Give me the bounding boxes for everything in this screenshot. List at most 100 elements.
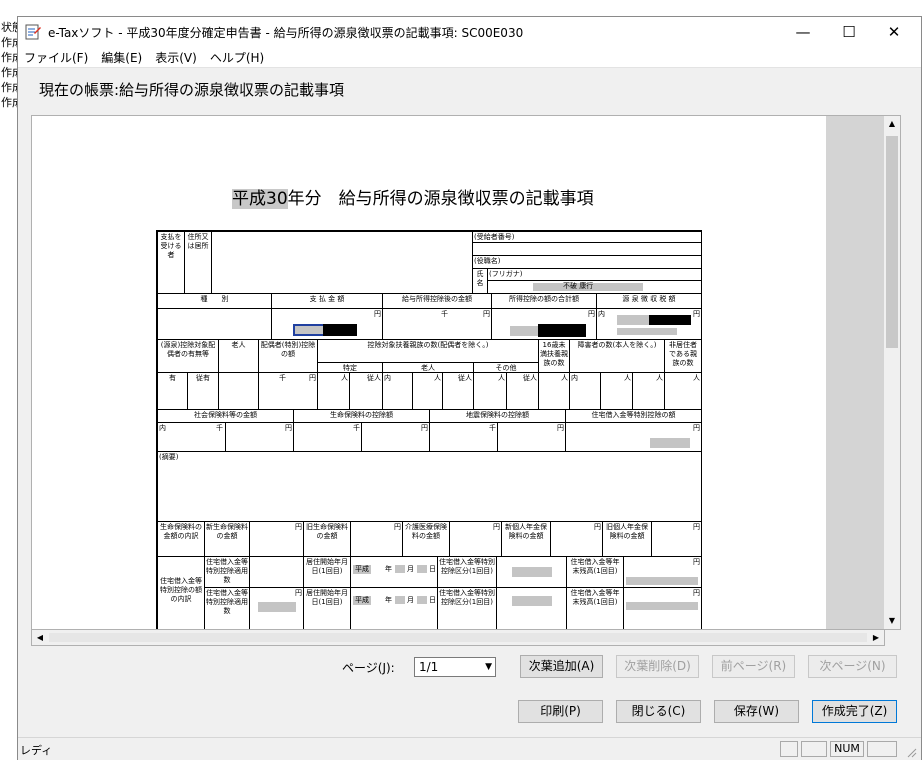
- old-life-field[interactable]: 円: [350, 521, 403, 557]
- elderly-uchi-field[interactable]: 内: [382, 372, 413, 410]
- delete-next-sheet-button[interactable]: 次葉削除(D): [616, 655, 699, 678]
- name-label: 氏名: [472, 268, 488, 294]
- remarks-field[interactable]: (摘要): [157, 451, 702, 522]
- close-button[interactable]: ✕: [871, 17, 917, 47]
- life-ins-sen[interactable]: 千: [293, 422, 362, 452]
- housing-loan-field[interactable]: 円: [565, 422, 702, 452]
- other-count-field[interactable]: 人: [473, 372, 507, 410]
- housing-applicable-field-2[interactable]: 円: [249, 587, 304, 629]
- form-viewer[interactable]: 平成30年分 給与所得の源泉徴収票の記載事項 支払を受ける者 住所又は居所 (受…: [31, 115, 901, 630]
- complete-button[interactable]: 作成完了(Z): [812, 700, 897, 723]
- current-form-caption: 現在の帳票:給与所得の源泉徴収票の記載事項: [39, 81, 345, 99]
- vertical-scroll-thumb[interactable]: [886, 136, 898, 348]
- minimize-button[interactable]: —: [780, 17, 826, 47]
- nonresident-field[interactable]: 人: [664, 372, 702, 410]
- print-button[interactable]: 印刷(P): [518, 700, 603, 723]
- title-bar[interactable]: e-Taxソフト - 平成30年度分確定申告書 - 給与所得の源泉徴収票の記載事…: [18, 17, 921, 47]
- maximize-button[interactable]: ☐: [826, 17, 872, 47]
- menu-help[interactable]: ヘルプ(H): [210, 47, 264, 66]
- status-panel-blank: [801, 741, 827, 757]
- background-line: 作成: [1, 96, 18, 109]
- social-ins-uchi[interactable]: 内千: [157, 422, 226, 452]
- scroll-left-icon[interactable]: ◀: [32, 630, 48, 646]
- scroll-right-icon[interactable]: ▶: [868, 630, 884, 646]
- add-next-sheet-button[interactable]: 次葉追加(A): [520, 655, 603, 678]
- other-juu-field[interactable]: 従人: [506, 372, 539, 410]
- menu-edit[interactable]: 編集(E): [101, 47, 142, 66]
- elderly-count-field[interactable]: 人: [412, 372, 443, 410]
- position-field[interactable]: (役職名): [472, 255, 702, 269]
- type-header: 種 別: [157, 293, 272, 309]
- quake-ins-sen[interactable]: 千: [429, 422, 498, 452]
- care-med-field[interactable]: 円: [449, 521, 502, 557]
- residence-start-label: 居住開始年月日(1回目): [303, 556, 351, 588]
- specific-count-field[interactable]: 人: [317, 372, 350, 410]
- vertical-scrollbar[interactable]: ▲ ▼: [884, 116, 900, 629]
- loan-balance-field-2[interactable]: 円: [623, 587, 702, 629]
- social-ins-field[interactable]: 円: [225, 422, 294, 452]
- disabled-other-field[interactable]: 人: [632, 372, 665, 410]
- deduction-type-field[interactable]: [496, 556, 567, 588]
- scroll-up-icon[interactable]: ▲: [884, 116, 900, 132]
- background-line: 状態: [1, 21, 18, 34]
- spouse-header: (源泉)控除対象配偶者の有無等: [157, 339, 219, 373]
- deduction-type-field-2[interactable]: [496, 587, 567, 629]
- chevron-down-icon[interactable]: ▼: [485, 658, 492, 676]
- resize-grip-icon[interactable]: [905, 746, 917, 758]
- era-highlight[interactable]: 平成30: [232, 189, 288, 209]
- deduction-type-label: 住宅借入金等特別控除区分(1回目): [437, 556, 497, 588]
- status-num: NUM: [830, 741, 864, 757]
- housing-breakdown-label: 住宅借入金等特別控除の額の内訳: [157, 556, 205, 629]
- save-button[interactable]: 保存(W): [714, 700, 799, 723]
- status-text: レディ: [20, 744, 53, 757]
- new-life-label: 新生命保険料の金額: [204, 521, 250, 557]
- recipient-number-field[interactable]: [472, 242, 702, 256]
- name-field[interactable]: 不破 康行: [487, 280, 702, 294]
- life-ins-field[interactable]: 円: [361, 422, 430, 452]
- close-dialog-button[interactable]: 閉じる(C): [616, 700, 701, 723]
- spouse-special-header: 配偶者(特別)控除の額: [258, 339, 318, 373]
- spouse-juu-field[interactable]: 従有: [187, 372, 219, 410]
- new-life-field[interactable]: 円: [249, 521, 304, 557]
- quake-ins-field[interactable]: 円: [497, 422, 566, 452]
- page-label: ページ(J):: [342, 661, 395, 675]
- disabled-uchi-field[interactable]: 内: [569, 372, 601, 410]
- total-deduction-field[interactable]: 円: [491, 308, 597, 340]
- page-select[interactable]: 1/1 ▼: [414, 657, 496, 677]
- spouse-ari-field[interactable]: 有: [157, 372, 188, 410]
- loan-balance-field[interactable]: 円: [623, 556, 702, 588]
- old-spouse-field[interactable]: [218, 372, 259, 410]
- address-field[interactable]: [211, 231, 473, 294]
- background-window-strip: 状態 作成 作成 作成 作成 作成: [0, 0, 18, 778]
- payment-field[interactable]: 円: [271, 308, 383, 340]
- after-deduction-field[interactable]: 千円: [382, 308, 492, 340]
- specific-juu-field[interactable]: 従人: [349, 372, 383, 410]
- old-pension-field[interactable]: 円: [651, 521, 702, 557]
- scroll-down-icon[interactable]: ▼: [884, 613, 900, 629]
- next-page-button[interactable]: 次ページ(N): [808, 655, 897, 678]
- dependents-header: 控除対象扶養親族の数(配偶者を除く。): [317, 339, 539, 363]
- life-ins-header: 生命保険料の控除額: [293, 409, 430, 423]
- horizontal-scrollbar[interactable]: ◀ ▶: [31, 630, 885, 646]
- housing-applicable-field[interactable]: [249, 556, 304, 588]
- old-pension-label: 旧個人年金保険料の金額: [602, 521, 652, 557]
- document-title: 平成30年分 給与所得の源泉徴収票の記載事項: [232, 184, 594, 209]
- menu-file[interactable]: ファイル(F): [24, 47, 88, 66]
- horizontal-scroll-thumb[interactable]: [49, 633, 867, 642]
- menu-view[interactable]: 表示(V): [155, 47, 197, 66]
- residence-start-field[interactable]: 平成 年 月 日: [350, 556, 438, 588]
- withholding-field[interactable]: 内円: [596, 308, 702, 340]
- elderly-juu-field[interactable]: 従人: [442, 372, 474, 410]
- new-pension-label: 新個人年金保険料の金額: [501, 521, 551, 557]
- residence-start-field-2[interactable]: 平成 年 月 日: [350, 587, 438, 629]
- nonresident-header: 非居住者である親族の数: [664, 339, 702, 373]
- background-line: 作成: [1, 51, 18, 64]
- disabled-count-field[interactable]: 人: [600, 372, 633, 410]
- type-field[interactable]: [157, 308, 272, 340]
- under16-field[interactable]: 人: [538, 372, 570, 410]
- life-breakdown-label: 生命保険料の金額の内訳: [157, 521, 205, 557]
- spouse-special-field[interactable]: 千円: [258, 372, 318, 410]
- new-pension-field[interactable]: 円: [550, 521, 603, 557]
- page-select-value: 1/1: [419, 660, 439, 674]
- prev-page-button[interactable]: 前ページ(R): [712, 655, 795, 678]
